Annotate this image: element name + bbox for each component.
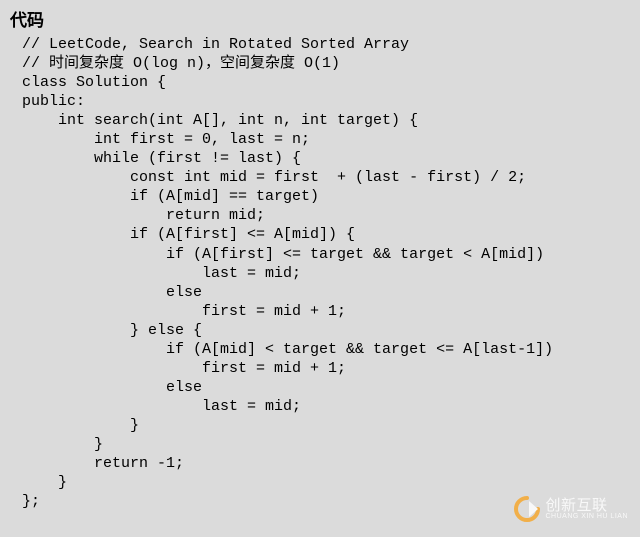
code-line: return -1;	[22, 455, 184, 472]
code-line: last = mid;	[22, 265, 301, 282]
code-line: if (A[mid] == target)	[22, 188, 319, 205]
code-line: first = mid + 1;	[22, 360, 346, 377]
code-line: }	[22, 474, 67, 491]
code-line: // 时间复杂度 O(log n)，空间复杂度 O(1)	[22, 55, 340, 72]
code-line: int first = 0, last = n;	[22, 131, 310, 148]
code-line: }	[22, 417, 139, 434]
code-line: const int mid = first + (last - first) /…	[22, 169, 526, 186]
code-line: if (A[mid] < target && target <= A[last-…	[22, 341, 553, 358]
code-line: if (A[first] <= A[mid]) {	[22, 226, 355, 243]
code-line: last = mid;	[22, 398, 301, 415]
code-line: int search(int A[], int n, int target) {	[22, 112, 418, 129]
code-line: };	[22, 493, 40, 510]
watermark-sub: CHUANG XIN HU LIAN	[545, 513, 628, 520]
code-line: else	[22, 284, 202, 301]
code-line: first = mid + 1;	[22, 303, 346, 320]
code-line: while (first != last) {	[22, 150, 301, 167]
code-line: else	[22, 379, 202, 396]
code-line: if (A[first] <= target && target < A[mid…	[22, 246, 544, 263]
code-line: return mid;	[22, 207, 265, 224]
code-line: class Solution {	[22, 74, 166, 91]
watermark-brand: 创新互联	[545, 498, 628, 514]
code-line: } else {	[22, 322, 202, 339]
brand-logo-icon	[513, 495, 541, 523]
code-block: // LeetCode, Search in Rotated Sorted Ar…	[0, 35, 640, 511]
code-line: // LeetCode, Search in Rotated Sorted Ar…	[22, 36, 409, 53]
code-line: public:	[22, 93, 85, 110]
watermark: 创新互联 CHUANG XIN HU LIAN	[513, 495, 628, 523]
section-heading: 代码	[0, 0, 640, 35]
code-line: }	[22, 436, 103, 453]
